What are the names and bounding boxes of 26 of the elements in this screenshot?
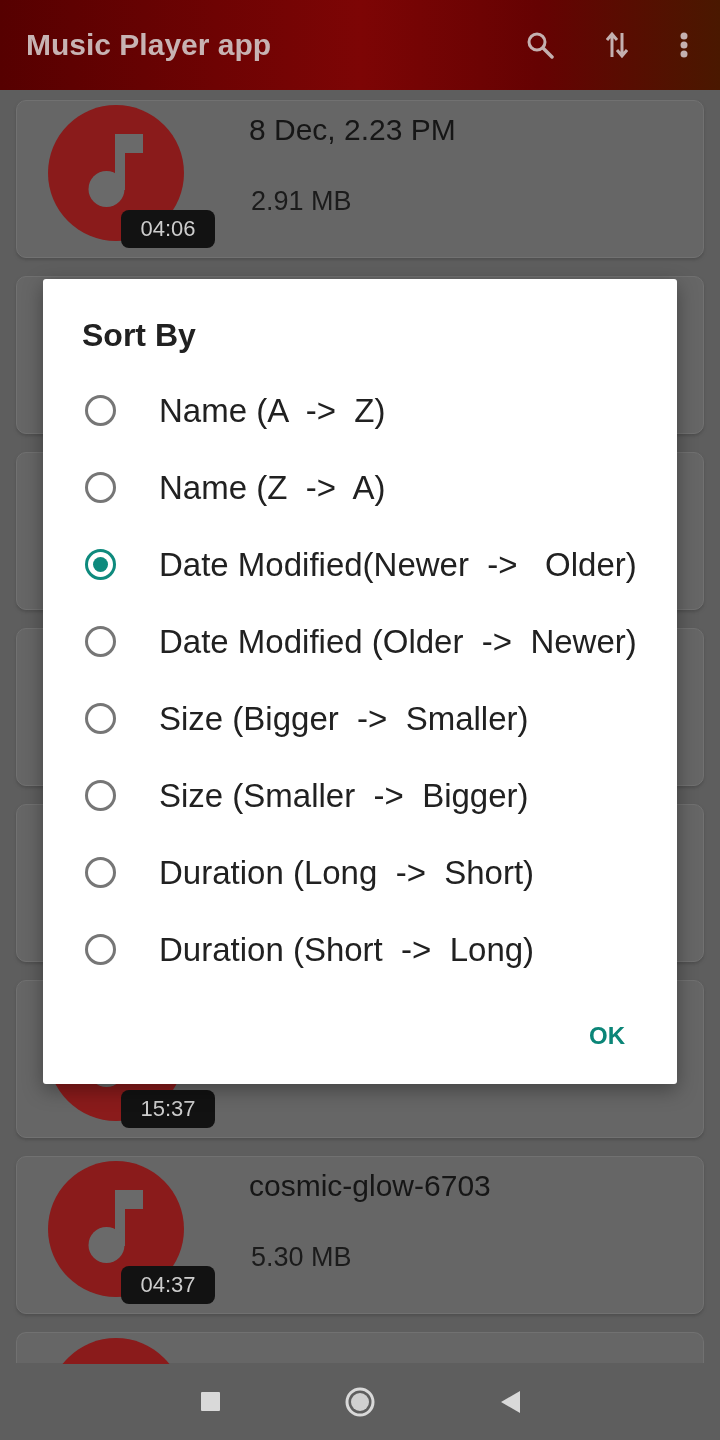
circle-icon: [345, 1386, 375, 1417]
sort-option[interactable]: Date Modified(Newer -> Older): [43, 526, 677, 603]
sort-option[interactable]: Name (A -> Z): [43, 372, 677, 449]
song-title: cosmic-glow-6703: [249, 1168, 491, 1204]
song-card[interactable]: 04:37 cosmic-glow-6703 5.30 MB: [16, 1156, 704, 1314]
song-title: 8 Dec, 2.23 PM: [249, 112, 456, 148]
back-icon: [500, 1390, 520, 1413]
search-icon: [526, 31, 554, 59]
square-icon: [200, 1392, 220, 1411]
sort-option[interactable]: Size (Smaller -> Bigger): [43, 757, 677, 834]
sort-option[interactable]: Size (Bigger -> Smaller): [43, 680, 677, 757]
more-options-icon: [680, 32, 688, 58]
song-card[interactable]: 04:06 8 Dec, 2.23 PM 2.91 MB: [16, 100, 704, 258]
file-size: 5.30 MB: [251, 1241, 352, 1274]
file-size: 2.91 MB: [251, 185, 352, 218]
sort-option[interactable]: Duration (Long -> Short): [43, 834, 677, 911]
app-title: Music Player app: [26, 28, 272, 62]
sort-option[interactable]: Name (Z -> A): [43, 449, 677, 526]
sort-option[interactable]: Date Modified (Older -> Newer): [43, 603, 677, 680]
dialog-title: Sort By: [82, 316, 196, 355]
duration-badge: 15:37: [121, 1090, 215, 1128]
sort-icon: [606, 31, 628, 59]
duration-badge: 04:37: [121, 1266, 215, 1304]
duration-badge: 04:06: [121, 210, 215, 248]
sort-option[interactable]: Duration (Short -> Long): [43, 911, 677, 988]
ok-button[interactable]: OK: [573, 1012, 641, 1060]
